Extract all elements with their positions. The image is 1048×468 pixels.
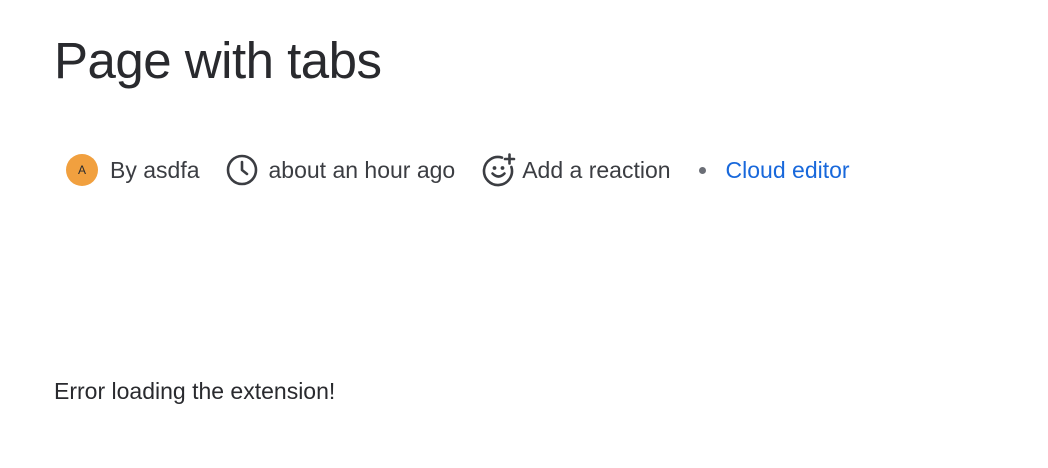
extension-error-message: Error loading the extension! bbox=[54, 378, 336, 404]
cloud-editor-link[interactable]: Cloud editor bbox=[726, 157, 850, 184]
author-name[interactable]: By asdfa bbox=[110, 157, 200, 184]
avatar[interactable]: A bbox=[66, 154, 98, 186]
page-title: Page with tabs bbox=[54, 32, 382, 89]
separator-dot bbox=[698, 166, 706, 174]
page-container: Page with tabs A By asdfa about an hour … bbox=[0, 0, 1048, 468]
add-reaction-button[interactable]: Add a reaction bbox=[482, 153, 671, 187]
byline: A By asdfa about an hour ago Add a react… bbox=[66, 150, 850, 190]
add-reaction-label[interactable]: Add a reaction bbox=[522, 157, 670, 184]
avatar-initial: A bbox=[77, 163, 86, 177]
clock-icon bbox=[225, 153, 259, 187]
add-reaction-icon bbox=[482, 153, 516, 187]
last-updated[interactable]: about an hour ago bbox=[225, 153, 456, 187]
author-info[interactable]: A By asdfa bbox=[66, 154, 200, 186]
timestamp[interactable]: about an hour ago bbox=[269, 157, 456, 184]
